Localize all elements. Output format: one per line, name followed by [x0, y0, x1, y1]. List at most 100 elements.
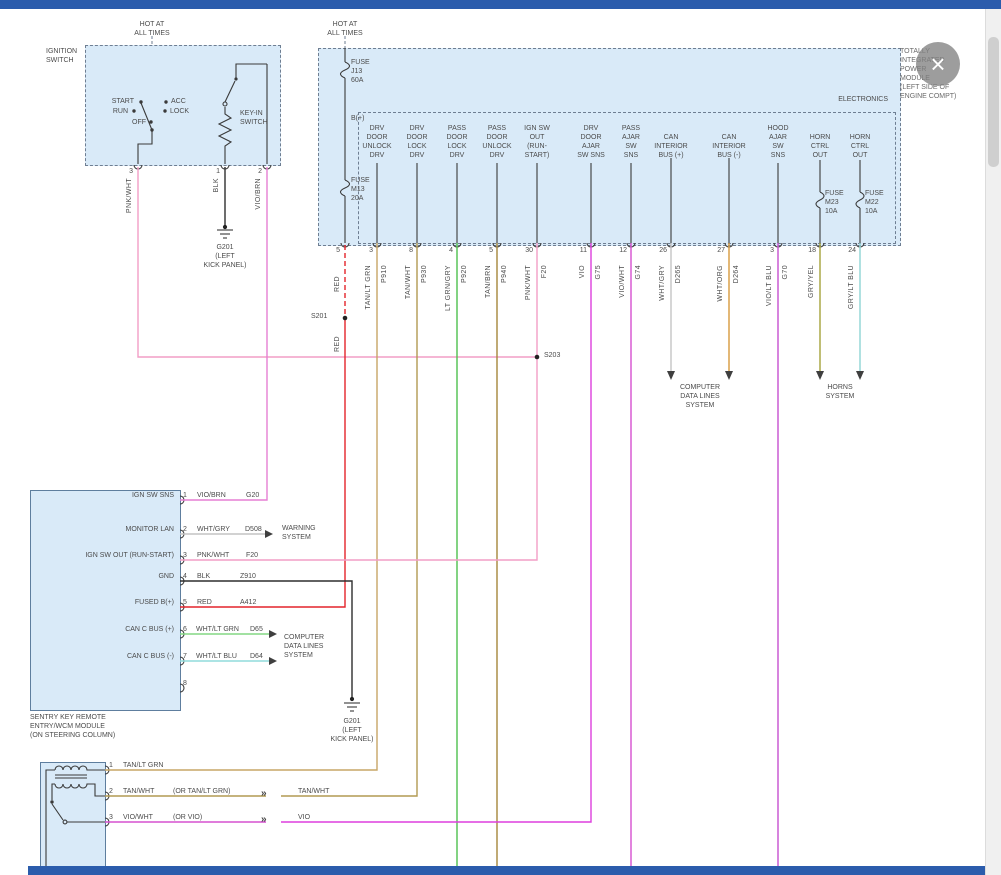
wire-color-label: TAN/WHT [298, 787, 329, 796]
wire-color-label: RED [334, 336, 342, 352]
wire-color-label: WHT/LT GRN [196, 625, 239, 634]
wire-color-label: GRY/LT BLU [848, 265, 856, 309]
contact-start [139, 100, 142, 103]
tipm-column-header: CAN INTERIOR BUS (+) [651, 133, 691, 160]
wire-color-label: WHT/GRY [197, 525, 230, 534]
pin-number: 7 [183, 652, 187, 661]
keyin-pivot [234, 77, 237, 80]
pin-number: 8 [183, 679, 187, 688]
position-run-label: RUN [98, 107, 128, 116]
contact-run [132, 109, 135, 112]
wire-tan-lt-grn-p910 [105, 243, 377, 770]
wire-color-label: GRY/YEL [808, 265, 816, 298]
wire-red-a412 [180, 318, 345, 607]
wire-color-label: VIO/WHT [123, 813, 153, 822]
splice-s201 [343, 316, 348, 321]
top-titlebar [0, 0, 1001, 9]
module-pin-label: IGN SW SNS [38, 491, 174, 500]
pin-number: 27 [713, 246, 725, 255]
wire-color-label: BLK [197, 572, 210, 581]
module-pin-label: CAN C BUS (-) [38, 652, 174, 661]
wire-color-label: RED [197, 598, 212, 607]
pin-number: 12 [615, 246, 627, 255]
wire-tan-wht-p930 [281, 243, 417, 796]
wire-color-label: BLK [213, 178, 221, 192]
circuit-label: F20 [246, 551, 258, 560]
diagram-viewer: HOT AT ALL TIMES IGNITION SWITCH START R… [0, 0, 1001, 875]
pin-number: 11 [575, 246, 587, 255]
wire-color-label: RED [334, 276, 342, 292]
wire-color-label: WHT/LT BLU [196, 652, 237, 661]
circuit-label: D65 [250, 625, 263, 634]
tipm-column-header: PASS AJAR SW SNS [611, 124, 651, 160]
contact-lock [163, 109, 166, 112]
wire-pnk-wht-f20 [180, 243, 537, 560]
scrollbar[interactable] [985, 9, 1001, 875]
circuit-label: F20 [541, 265, 549, 278]
arrow-down-icon [725, 371, 733, 380]
arrow-right-icon [269, 630, 277, 638]
pin-number: 2 [183, 525, 187, 534]
ignition-switch-title: IGNITION SWITCH [46, 47, 77, 65]
black-symbols [46, 48, 864, 866]
pin-number: 5 [330, 246, 340, 255]
position-acc-label: ACC [171, 97, 186, 106]
position-start-label: START [104, 97, 134, 106]
pin-number: 3 [123, 167, 133, 176]
fuse-j13-symbol [341, 62, 350, 78]
circuit-label: G70 [782, 265, 790, 279]
position-lock-label: LOCK [170, 107, 189, 116]
module-pin-label: GND [38, 572, 174, 581]
pin-number: 3 [764, 246, 774, 255]
wire-color-label: VIO [298, 813, 310, 822]
tipm-column-header: PASS DOOR LOCK DRV [437, 124, 477, 160]
circuit-label: P940 [501, 265, 509, 283]
antenna-switch-blade [52, 804, 63, 820]
pin-number: 24 [844, 246, 856, 255]
wire-color-label: TAN/BRN [485, 265, 493, 298]
inline-connector-icon: » [261, 789, 267, 799]
scrollbar-thumb[interactable] [988, 37, 999, 167]
module-pin-label: FUSED B(+) [38, 598, 174, 607]
computer-data-lines-link: COMPUTER DATA LINES SYSTEM [284, 633, 324, 660]
pin-number: 2 [252, 167, 262, 176]
ground-label-g201: G201 (LEFT KICK PANEL) [322, 717, 382, 744]
wire-alt-color-label: (OR TAN/LT GRN) [173, 787, 230, 796]
splice-label-s203: S203 [544, 351, 560, 360]
module-pin-label: MONITOR LAN [38, 525, 174, 534]
wire-color-label: PNK/WHT [197, 551, 229, 560]
pin-number: 8 [403, 246, 413, 255]
antenna-switch-feed [52, 784, 55, 800]
antenna-coil-bottom [55, 784, 105, 796]
fuse-m23-symbol [816, 192, 824, 208]
antenna-switch-contact [63, 820, 67, 824]
arrow-right-icon [265, 530, 273, 538]
circuit-label: D508 [245, 525, 262, 534]
pin-number: 30 [521, 246, 533, 255]
pin-number: 1 [210, 167, 220, 176]
ground-dot [223, 225, 227, 229]
pin-number: 1 [183, 491, 187, 500]
keyin-blade [225, 81, 235, 102]
circuit-label: P910 [381, 265, 389, 283]
fuse-m22-label: FUSE M22 10A [865, 189, 884, 216]
arrow-right-icon [269, 657, 277, 665]
bplus-label: B(+) [351, 114, 364, 123]
contact-off [149, 120, 152, 123]
module-pin-label: CAN C BUS (+) [38, 625, 174, 634]
tipm-column-header: CAN INTERIOR BUS (-) [709, 133, 749, 160]
circuit-label: G75 [595, 265, 603, 279]
wire-alt-color-label: (OR VIO) [173, 813, 202, 822]
wire-color-label: WHT/GRY [659, 265, 667, 301]
tipm-column-header: DRV DOOR AJAR SW SNS [571, 124, 611, 160]
circuit-label: D265 [675, 265, 683, 283]
arrow-down-icon [856, 371, 864, 380]
pin-number: 4 [183, 572, 187, 581]
tipm-column-header: HORN CTRL OUT [800, 133, 840, 160]
electronics-label: ELECTRONICS [788, 95, 888, 104]
wire-color-label: VIO/LT BLU [766, 265, 774, 306]
wire-color-label: LT GRN/GRY [445, 265, 453, 311]
wire-color-label: TAN/WHT [405, 265, 413, 299]
close-button[interactable]: × [916, 42, 960, 86]
keyin-contact [223, 102, 227, 106]
